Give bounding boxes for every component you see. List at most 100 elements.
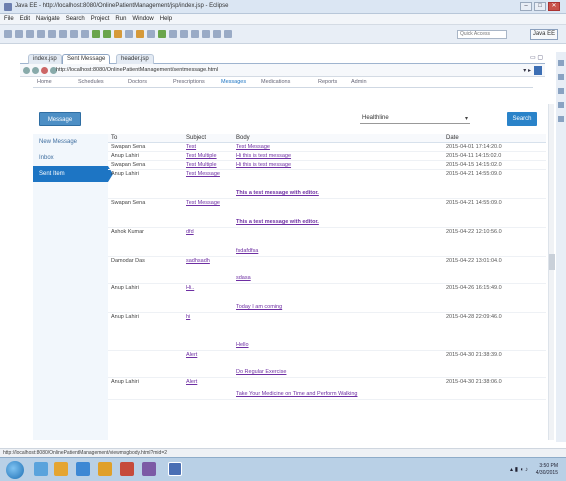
nav-home[interactable]: Home	[37, 79, 52, 85]
task-list-icon[interactable]	[558, 74, 564, 80]
go-icon[interactable]	[534, 66, 542, 75]
maximize-button[interactable]: □	[534, 2, 546, 11]
next-annotation-icon[interactable]	[191, 30, 199, 38]
cell-subject-link[interactable]: sadhsadh	[186, 258, 210, 264]
nav-doctors[interactable]: Doctors	[128, 79, 147, 85]
cell-body-link[interactable]: Today I am coming	[236, 304, 282, 310]
quick-access-input[interactable]: Quick Access	[457, 30, 507, 39]
tray-icons[interactable]: ▴ ▮ ◖ ♪	[510, 466, 528, 473]
scrollbar-thumb[interactable]	[549, 254, 555, 270]
markers-icon[interactable]	[558, 102, 564, 108]
nav-reports[interactable]: Reports	[318, 79, 337, 85]
cell-date: 2015-04-15 14:15:02.0	[446, 162, 502, 168]
cell-subject-link[interactable]: dfd	[186, 229, 194, 235]
servers-icon[interactable]	[558, 116, 564, 122]
menu-run[interactable]: Run	[115, 16, 126, 22]
search-tool-icon[interactable]	[59, 30, 67, 38]
search-field[interactable]: Healthline ▾	[360, 115, 470, 124]
cell-body-link[interactable]: Take Your Medicine on Time and Perform W…	[236, 391, 357, 397]
system-clock[interactable]: 3:50 PM 4/30/2015	[536, 463, 558, 477]
page-scrollbar[interactable]	[548, 104, 555, 440]
menu-navigate[interactable]: Navigate	[36, 16, 60, 22]
cell-body-link[interactable]: Do Regular Exercise	[236, 369, 286, 375]
back-nav-icon[interactable]	[23, 67, 30, 74]
cell-subject-link[interactable]: hi	[186, 314, 190, 320]
cell-body-link[interactable]: Hello	[236, 342, 249, 348]
cell-subject-link[interactable]: Test Message	[186, 171, 220, 177]
wizard-icon[interactable]	[81, 30, 89, 38]
cell-body-link[interactable]: sdasa	[236, 275, 251, 281]
main-toolbar: Quick Access Java EE	[0, 25, 566, 44]
start-button[interactable]	[6, 461, 24, 479]
pin-icon[interactable]	[180, 30, 188, 38]
cell-subject-link[interactable]: Test Multiple	[186, 162, 217, 168]
menu-help[interactable]: Help	[160, 16, 172, 22]
print-icon[interactable]	[26, 30, 34, 38]
cell-body-link[interactable]: Hi this is test message	[236, 153, 291, 159]
new-class-icon[interactable]	[125, 30, 133, 38]
cell-body-link[interactable]: Test Message	[236, 144, 270, 150]
cell-subject-link[interactable]: Hi..	[186, 285, 194, 291]
java-ee-perspective-button[interactable]: Java EE	[530, 29, 558, 40]
cell-subject-link[interactable]: Test Multiple	[186, 153, 217, 159]
tab-sent-message[interactable]: Sent Message	[62, 54, 111, 64]
debug-icon[interactable]	[92, 30, 100, 38]
cell-body-link[interactable]: fsdafdfsa	[236, 248, 258, 254]
cell-body-link[interactable]: This a test message with editor.	[236, 190, 319, 196]
minimize-button[interactable]: –	[520, 2, 532, 11]
menu-project[interactable]: Project	[91, 16, 110, 22]
nav-schedules[interactable]: Schedules	[78, 79, 104, 85]
menu-window[interactable]: Window	[132, 16, 153, 22]
chrome-icon[interactable]	[98, 462, 112, 476]
ie-icon[interactable]	[76, 462, 90, 476]
cell-body-link[interactable]: Hi this is test message	[236, 162, 291, 168]
annotation-icon[interactable]	[169, 30, 177, 38]
cell-subject-link[interactable]: Test Message	[186, 200, 220, 206]
open-task-icon[interactable]	[147, 30, 155, 38]
dropdown-arrow-icon[interactable]: ▾ ▸	[523, 67, 531, 74]
outline-icon[interactable]	[558, 60, 564, 66]
eclipse-active-icon[interactable]	[168, 462, 182, 476]
browser-address-bar: http://localhost:8080/OnlinePatientManag…	[20, 64, 545, 77]
cell-body-link[interactable]: This a test message with editor.	[236, 219, 319, 225]
close-button[interactable]: ✕	[548, 2, 560, 11]
forward-nav-icon[interactable]	[32, 67, 39, 74]
back-icon[interactable]	[213, 30, 221, 38]
sidebar-item-inbox[interactable]: Inbox	[33, 150, 108, 166]
settings-tool-icon[interactable]	[70, 30, 78, 38]
folder-icon[interactable]	[54, 462, 68, 476]
forward-icon[interactable]	[224, 30, 232, 38]
nav-messages[interactable]: Messages	[221, 79, 246, 85]
package-icon[interactable]	[48, 30, 56, 38]
minimize-maximize-icon[interactable]: ▭ ▢	[530, 54, 543, 61]
cell-subject-link[interactable]: Alert	[186, 352, 197, 358]
nav-medications[interactable]: Medications	[261, 79, 290, 85]
new-icon[interactable]	[4, 30, 12, 38]
cell-subject-link[interactable]: Alert	[186, 379, 197, 385]
sidebar-item-sent-item[interactable]: Sent Item	[33, 166, 113, 182]
menu-file[interactable]: File	[4, 16, 14, 22]
run-icon[interactable]	[103, 30, 111, 38]
open-type-icon[interactable]	[136, 30, 144, 38]
tab-header-jsp[interactable]: header.jsp	[116, 54, 154, 64]
nav-admin[interactable]: Admin	[351, 79, 367, 85]
media-player-icon[interactable]	[120, 462, 134, 476]
tab-index-jsp[interactable]: index.jsp	[28, 54, 62, 64]
search-button[interactable]: Search	[507, 112, 537, 126]
external-tools-icon[interactable]	[114, 30, 122, 38]
nav-prescriptions[interactable]: Prescriptions	[173, 79, 205, 85]
save-icon[interactable]	[15, 30, 23, 38]
cell-subject-link[interactable]: Test	[186, 144, 196, 150]
server-icon[interactable]	[37, 30, 45, 38]
prev-annotation-icon[interactable]	[202, 30, 210, 38]
browser-icon[interactable]	[158, 30, 166, 38]
url-field[interactable]: http://localhost:8080/OnlinePatientManag…	[56, 67, 218, 73]
sidebar-item-new-message[interactable]: New Message	[33, 134, 108, 150]
menu-edit[interactable]: Edit	[20, 16, 30, 22]
menu-search[interactable]: Search	[66, 16, 85, 22]
console-icon[interactable]	[558, 88, 564, 94]
eclipse-taskbar-icon[interactable]	[142, 462, 156, 476]
explorer-icon[interactable]	[34, 462, 48, 476]
stop-icon[interactable]	[41, 67, 48, 74]
message-button[interactable]: Message	[39, 112, 81, 126]
